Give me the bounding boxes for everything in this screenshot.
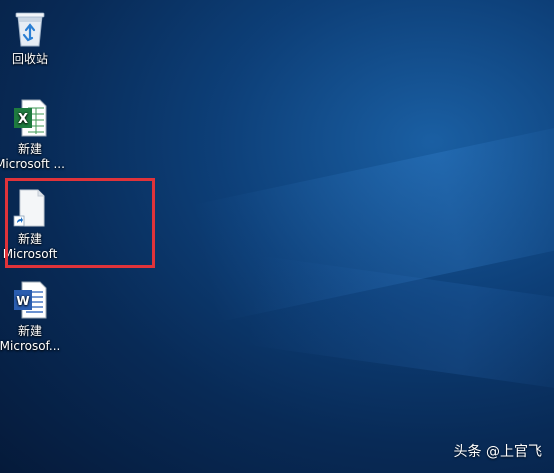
- desktop-icon-label-line1: 新建: [17, 142, 42, 156]
- wallpaper-light-beam: [192, 117, 554, 323]
- svg-text:X: X: [18, 112, 28, 127]
- desktop-icon-recycle-bin[interactable]: 回收站: [0, 8, 66, 67]
- desktop-icon-label-line1: 新建: [17, 324, 42, 338]
- desktop-icon-label: 回收站: [11, 52, 48, 66]
- wallpaper-light-beam: [245, 255, 554, 395]
- highlight-box: [5, 178, 155, 268]
- desktop-icon-label-line2: Microsof...: [0, 339, 61, 353]
- watermark: 头条 @上官飞: [453, 444, 542, 460]
- desktop-icon-excel-file[interactable]: X 新建 Microsoft ...: [0, 98, 66, 172]
- svg-text:W: W: [16, 294, 29, 308]
- word-file-icon: W: [14, 281, 47, 319]
- recycle-bin-icon: [15, 12, 45, 47]
- excel-file-icon: X: [14, 99, 47, 137]
- desktop-icon-word-file[interactable]: W 新建 Microsof...: [0, 280, 66, 354]
- desktop-icon-label-line2: Microsoft ...: [0, 157, 65, 171]
